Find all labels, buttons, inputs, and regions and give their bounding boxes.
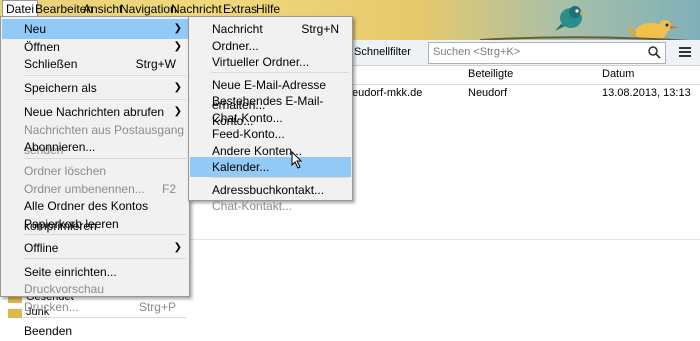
menu-item-label: Chat-Kontakt...: [212, 199, 293, 213]
menu-item-label: Offline: [24, 240, 59, 255]
menu-separator: [211, 71, 349, 73]
column-header-beteiligte[interactable]: Beteiligte: [468, 68, 513, 80]
search-input[interactable]: Suchen <Strg+K>: [428, 42, 666, 64]
menu-separator: [23, 157, 186, 159]
menu-separator: [211, 176, 349, 178]
menu-item-shortcut: Strg+W: [135, 57, 176, 71]
menu-item-label: Ordner löschen: [24, 164, 107, 178]
menu-separator: [23, 98, 186, 100]
message-date: 13.08.2013, 13:13: [602, 87, 691, 99]
menu-item-label: Druckvorschau: [24, 282, 105, 296]
submenu-arrow-icon: ❯: [173, 241, 182, 253]
menu-item-label: Andere Konten...: [212, 143, 303, 158]
menu-item-label: Kalender...: [212, 160, 270, 174]
file-menu: Neu ❯ Öffnen ❯ Schließen Strg+W Speichern als ❯…: [0, 16, 190, 338]
menu-item-beenden[interactable]: Beenden: [2, 321, 188, 341]
menu-item-shortcut: Strg+P: [138, 299, 176, 314]
menu-item-label: Papierkorb leeren: [24, 216, 119, 231]
menu-item-virtueller-ordner[interactable]: Virtueller Ordner...: [190, 52, 351, 72]
menu-item-label: Schließen: [24, 57, 78, 71]
menu-nachricht[interactable]: Nachricht: [168, 1, 225, 17]
menu-item-label: Speichern als: [24, 81, 97, 95]
menu-item-kalender[interactable]: Kalender...: [190, 157, 351, 177]
menu-item-chat-kontakt: Chat-Kontakt...: [190, 196, 351, 216]
menu-item-schließen[interactable]: Schließen Strg+W: [2, 54, 188, 74]
menu-item-label: Chat-Konto...: [212, 110, 283, 125]
mouse-cursor-icon: [291, 151, 303, 169]
message-subject: eudorf-mkk.de: [352, 87, 423, 99]
menu-item-papierkorb-leeren[interactable]: Papierkorb leeren: [2, 214, 188, 234]
bird-illustration-icon: [555, 6, 587, 31]
menu-item-label: Feed-Konto...: [212, 127, 285, 141]
quickfilter-button[interactable]: Schnellfilter: [354, 46, 411, 58]
menu-item-label: Drucken...: [24, 299, 79, 314]
menu-item-label: Nachricht: [212, 22, 263, 36]
column-header-datum[interactable]: Datum: [602, 68, 634, 80]
menu-separator: [23, 74, 186, 76]
menu-item-label: Virtueller Ordner...: [212, 55, 310, 69]
submenu-arrow-icon: ❯: [173, 82, 182, 93]
menu-item-label: Ordner umbenennen...: [24, 181, 145, 196]
menu-item-label: Beenden: [24, 323, 73, 338]
toolbar: Schnellfilter Suchen <Strg+K>: [350, 40, 700, 66]
menu-item-offline[interactable]: Offline ❯: [2, 238, 188, 258]
menu-separator: [23, 317, 186, 318]
menu-item-label: Öffnen: [24, 39, 60, 54]
pane-divider: [188, 239, 700, 240]
new-submenu: Nachricht Strg+N Ordner... Virtueller Ordne…: [188, 16, 353, 213]
menu-item-label: Ordner...: [212, 38, 259, 53]
menu-item-label: Abonnieren...: [24, 140, 96, 154]
message-list-header: Beteiligte Datum: [350, 66, 700, 85]
message-beteiligte: Neudorf: [468, 87, 508, 99]
search-placeholder: Suchen <Strg+K>: [433, 46, 521, 58]
menu-item-drucken: Drucken... Strg+P: [2, 297, 188, 317]
menu-item-label: Seite einrichten...: [24, 264, 117, 279]
menu-item-abonnieren[interactable]: Abonnieren...: [2, 137, 188, 157]
menu-item-label: Neu: [24, 22, 47, 36]
menu-separator: [23, 234, 186, 235]
message-row[interactable]: eudorf-mkk.de Neudorf 13.08.2013, 13:13: [350, 86, 700, 102]
hamburger-menu-icon[interactable]: [676, 43, 694, 61]
menu-item-label: Neue Nachrichten abrufen: [24, 105, 165, 119]
menu-item-speichern-als[interactable]: Speichern als ❯: [2, 78, 188, 98]
menu-separator: [23, 258, 186, 259]
menu-hilfe[interactable]: Hilfe: [253, 1, 283, 17]
search-icon[interactable]: [647, 45, 661, 59]
menu-item-label: Adressbuchkontakt...: [212, 182, 325, 197]
